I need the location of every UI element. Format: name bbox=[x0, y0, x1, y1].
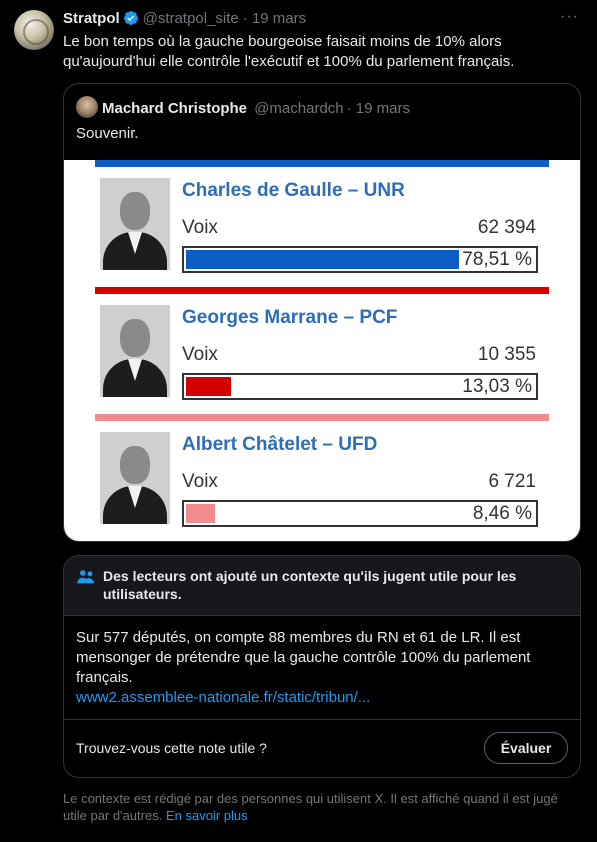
community-note-header: Des lecteurs ont ajouté un contexte qu'i… bbox=[64, 556, 580, 616]
percentage-fill bbox=[186, 250, 459, 269]
community-note-footer: Le contexte est rédigé par des personnes… bbox=[63, 790, 583, 824]
community-note-body: Sur 577 députés, on compte 88 membres du… bbox=[76, 629, 531, 686]
percentage-bar: 8,46 % bbox=[182, 500, 538, 527]
learn-more-link[interactable]: En savoir plus bbox=[166, 808, 248, 823]
percentage-label: 78,51 % bbox=[462, 249, 532, 270]
author-handle[interactable]: @stratpol_site bbox=[143, 10, 239, 27]
votes-label: Voix bbox=[182, 471, 218, 492]
candidate-photo bbox=[100, 178, 170, 270]
quoted-tweet[interactable]: Machard Christophe @machardch · 19 mars S… bbox=[63, 83, 581, 542]
community-note-source-link[interactable]: www2.assemblee-nationale.fr/static/tribu… bbox=[76, 688, 370, 708]
candidate-name: Georges Marrane – PCF bbox=[182, 307, 398, 328]
author-name[interactable]: Stratpol bbox=[63, 10, 120, 27]
people-icon bbox=[77, 570, 94, 584]
tweet-date[interactable]: · 19 mars bbox=[243, 10, 306, 27]
candidate-row: Albert Châtelet – UFD Voix 6 721 8,46 % bbox=[64, 414, 580, 534]
helpful-question: Trouvez-vous cette note utile ? bbox=[76, 740, 267, 756]
election-results-image: Charles de Gaulle – UNR Voix 62 394 78,5… bbox=[64, 160, 580, 541]
more-options-icon[interactable]: ··· bbox=[560, 8, 579, 26]
candidate-row: Charles de Gaulle – UNR Voix 62 394 78,5… bbox=[64, 160, 580, 280]
community-note-title: Des lecteurs ont ajouté un contexte qu'i… bbox=[103, 568, 517, 602]
percentage-label: 13,03 % bbox=[462, 376, 532, 397]
votes-value: 10 355 bbox=[477, 344, 536, 365]
quote-header: Machard Christophe @machardch · 19 mars bbox=[76, 96, 410, 119]
verified-badge-icon bbox=[123, 11, 138, 25]
tweet-text: Le bon temps où la gauche bourgeoise fai… bbox=[63, 33, 515, 70]
quote-author-avatar bbox=[76, 96, 98, 118]
percentage-fill bbox=[186, 504, 215, 523]
votes-value: 6 721 bbox=[488, 471, 536, 492]
candidate-color-bar bbox=[95, 160, 549, 167]
candidate-name: Charles de Gaulle – UNR bbox=[182, 180, 405, 201]
percentage-bar: 13,03 % bbox=[182, 373, 538, 400]
percentage-bar: 78,51 % bbox=[182, 246, 538, 273]
votes-value: 62 394 bbox=[477, 217, 536, 238]
footer-text: Le contexte est rédigé par des personnes… bbox=[63, 791, 558, 823]
divider bbox=[64, 719, 580, 720]
quote-author-handle: @machardch bbox=[254, 100, 344, 117]
percentage-fill bbox=[186, 377, 231, 396]
candidate-photo bbox=[100, 432, 170, 524]
votes-label: Voix bbox=[182, 217, 218, 238]
candidate-row: Georges Marrane – PCF Voix 10 355 13,03 … bbox=[64, 287, 580, 407]
rate-note-button[interactable]: Évaluer bbox=[484, 732, 568, 764]
tweet-header: Stratpol @stratpol_site · 19 mars bbox=[63, 10, 306, 28]
candidate-color-bar bbox=[95, 287, 549, 294]
quote-author-name: Machard Christophe bbox=[102, 100, 248, 117]
quote-text: Souvenir. bbox=[76, 125, 139, 142]
percentage-label: 8,46 % bbox=[472, 503, 532, 524]
community-note: Des lecteurs ont ajouté un contexte qu'i… bbox=[63, 555, 581, 778]
votes-label: Voix bbox=[182, 344, 218, 365]
candidate-name: Albert Châtelet – UFD bbox=[182, 434, 378, 455]
quote-date: · 19 mars bbox=[346, 100, 410, 117]
candidate-color-bar bbox=[95, 414, 549, 421]
author-avatar[interactable] bbox=[14, 10, 54, 50]
candidate-photo bbox=[100, 305, 170, 397]
